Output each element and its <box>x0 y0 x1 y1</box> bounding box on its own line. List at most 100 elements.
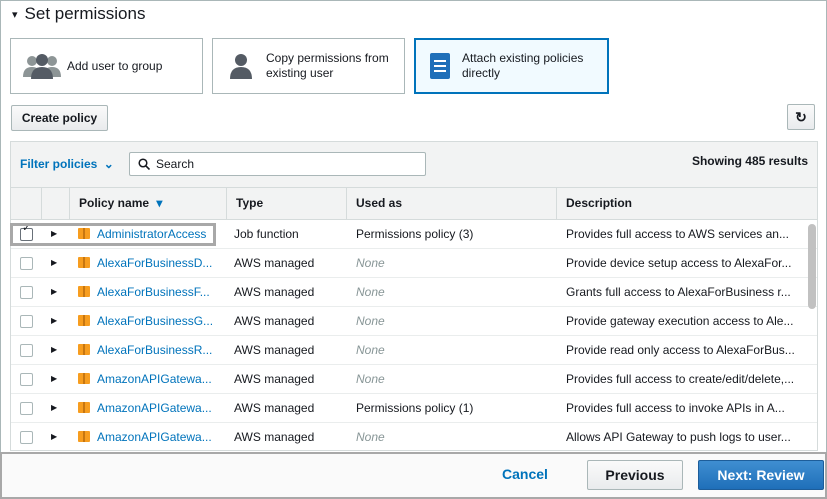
policy-description: Provide gateway execution access to Ale.… <box>566 314 794 328</box>
expand-row-icon[interactable]: ▶ <box>51 365 57 393</box>
policy-used-as: None <box>356 372 385 386</box>
option-label-line-1: Copy permissions from <box>266 51 389 65</box>
policy-type: AWS managed <box>234 285 315 299</box>
option-label-line-2: existing user <box>266 66 334 80</box>
policy-icon <box>78 373 90 384</box>
expand-row-icon[interactable]: ▶ <box>51 307 57 335</box>
table-header: Policy name ▾ Type Used as Description <box>11 187 817 220</box>
document-icon <box>430 53 450 79</box>
column-type[interactable]: Type <box>226 188 346 219</box>
wizard-footer: Cancel Previous Next: Review <box>0 452 827 499</box>
chevron-down-icon: ⌄ <box>103 157 114 171</box>
policy-used-as: None <box>356 285 385 299</box>
filter-label: Filter policies <box>20 157 98 171</box>
sort-down-icon: ▾ <box>156 196 163 210</box>
option-add-user-to-group[interactable]: Add user to group <box>10 38 203 94</box>
policy-name-link[interactable]: AmazonAPIGatewa... <box>97 423 212 450</box>
column-label: Policy name <box>79 196 150 210</box>
policy-description: Provide device setup access to AlexaFor.… <box>566 256 792 270</box>
policy-used-as: None <box>356 430 385 444</box>
results-count: Showing 485 results <box>691 154 808 168</box>
policy-name-link[interactable]: AlexaForBusinessD... <box>97 249 212 277</box>
table-row[interactable]: ▶ AdministratorAccess Job function Permissi… <box>11 220 817 249</box>
row-checkbox[interactable] <box>20 286 33 299</box>
option-label: Add user to group <box>67 58 163 73</box>
scrollbar[interactable] <box>808 224 816 309</box>
policy-name-link[interactable]: AlexaForBusinessR... <box>97 336 212 364</box>
policy-description: Grants full access to AlexaForBusiness r… <box>566 285 791 299</box>
policy-icon <box>78 286 90 297</box>
policy-type: AWS managed <box>234 256 315 270</box>
policy-used-as: Permissions policy (3) <box>356 227 474 241</box>
option-attach-existing-policies[interactable]: Attach existing policies directly <box>414 38 609 94</box>
column-used-as[interactable]: Used as <box>346 188 556 219</box>
column-policy-name[interactable]: Policy name ▾ <box>69 188 226 219</box>
next-review-button[interactable]: Next: Review <box>698 460 824 490</box>
table-row[interactable]: ▶ AlexaForBusinessR... AWS managed None Prov… <box>11 336 817 365</box>
option-label: Attach existing policies directly <box>462 51 583 81</box>
policy-name-link[interactable]: AlexaForBusinessF... <box>97 278 210 306</box>
policy-type: AWS managed <box>234 372 315 386</box>
row-checkbox[interactable] <box>20 257 33 270</box>
policy-used-as: None <box>356 256 385 270</box>
table-row[interactable]: ▶ AlexaForBusinessD... AWS managed None Prov… <box>11 249 817 278</box>
expand-row-icon[interactable]: ▶ <box>51 249 57 277</box>
policy-used-as: None <box>356 343 385 357</box>
expand-row-icon[interactable]: ▶ <box>51 423 57 450</box>
search-input[interactable]: Search <box>156 157 194 171</box>
expand-row-icon[interactable]: ▶ <box>51 278 57 306</box>
collapse-caret-icon[interactable]: ▾ <box>12 8 18 21</box>
refresh-icon[interactable]: ↻ <box>787 104 815 130</box>
row-checkbox[interactable] <box>20 402 33 415</box>
row-checkbox[interactable] <box>20 373 33 386</box>
policy-name-link[interactable]: AlexaForBusinessG... <box>97 307 213 335</box>
policy-icon <box>78 257 90 268</box>
search-field[interactable]: Search <box>129 152 426 176</box>
table-row[interactable]: ▶ AmazonAPIGatewa... AWS managed None Allows… <box>11 423 817 450</box>
policy-used-as: None <box>356 314 385 328</box>
option-label: Copy permissions from existing user <box>266 51 389 81</box>
policy-description: Provides full access to create/edit/dele… <box>566 372 795 386</box>
create-policy-button[interactable]: Create policy <box>11 105 108 131</box>
table-row[interactable]: ▶ AlexaForBusinessG... AWS managed None Prov… <box>11 307 817 336</box>
row-checkbox[interactable] <box>20 315 33 328</box>
previous-button[interactable]: Previous <box>587 460 683 490</box>
policies-table: Filter policies ⌄ Search Showing 485 res… <box>10 141 818 451</box>
option-label-line-2: directly <box>462 66 501 80</box>
expand-row-icon[interactable]: ▶ <box>51 394 57 422</box>
policy-icon <box>78 431 90 442</box>
table-row[interactable]: ▶ AlexaForBusinessF... AWS managed None Gran… <box>11 278 817 307</box>
policy-name-link[interactable]: AmazonAPIGatewa... <box>97 365 212 393</box>
policy-type: AWS managed <box>234 401 315 415</box>
policy-used-as: Permissions policy (1) <box>356 401 474 415</box>
policy-description: Provides full access to invoke APIs in A… <box>566 401 785 415</box>
row-checkbox[interactable] <box>20 221 33 241</box>
row-checkbox[interactable] <box>20 431 33 444</box>
user-group-icon <box>23 53 61 79</box>
expand-row-icon[interactable]: ▶ <box>51 336 57 364</box>
column-description[interactable]: Description <box>556 188 817 219</box>
policy-name-link[interactable]: AdministratorAccess <box>97 220 206 248</box>
filter-policies-dropdown[interactable]: Filter policies ⌄ <box>20 157 114 171</box>
section-header[interactable]: ▾ Set permissions <box>12 4 145 24</box>
policy-type: Job function <box>234 227 299 241</box>
policy-icon <box>78 228 90 239</box>
option-copy-permissions[interactable]: Copy permissions from existing user <box>212 38 405 94</box>
filter-bar: Filter policies ⌄ Search Showing 485 res… <box>11 142 817 187</box>
policy-icon <box>78 344 90 355</box>
expand-row-icon[interactable]: ▶ <box>51 220 57 248</box>
cancel-button[interactable]: Cancel <box>502 466 548 482</box>
policy-description: Provide read only access to AlexaForBus.… <box>566 343 795 357</box>
section-title: Set permissions <box>24 4 146 23</box>
header-expand <box>41 188 69 219</box>
policy-name-link[interactable]: AmazonAPIGatewa... <box>97 394 212 422</box>
policy-description: Allows API Gateway to push logs to user.… <box>566 430 791 444</box>
policy-type: AWS managed <box>234 430 315 444</box>
user-icon <box>230 53 252 79</box>
table-row[interactable]: ▶ AmazonAPIGatewa... AWS managed Permission… <box>11 394 817 423</box>
row-checkbox[interactable] <box>20 344 33 357</box>
policy-icon <box>78 402 90 413</box>
option-label-line-1: Attach existing policies <box>462 51 584 65</box>
policy-icon <box>78 315 90 326</box>
table-row[interactable]: ▶ AmazonAPIGatewa... AWS managed None Provid… <box>11 365 817 394</box>
